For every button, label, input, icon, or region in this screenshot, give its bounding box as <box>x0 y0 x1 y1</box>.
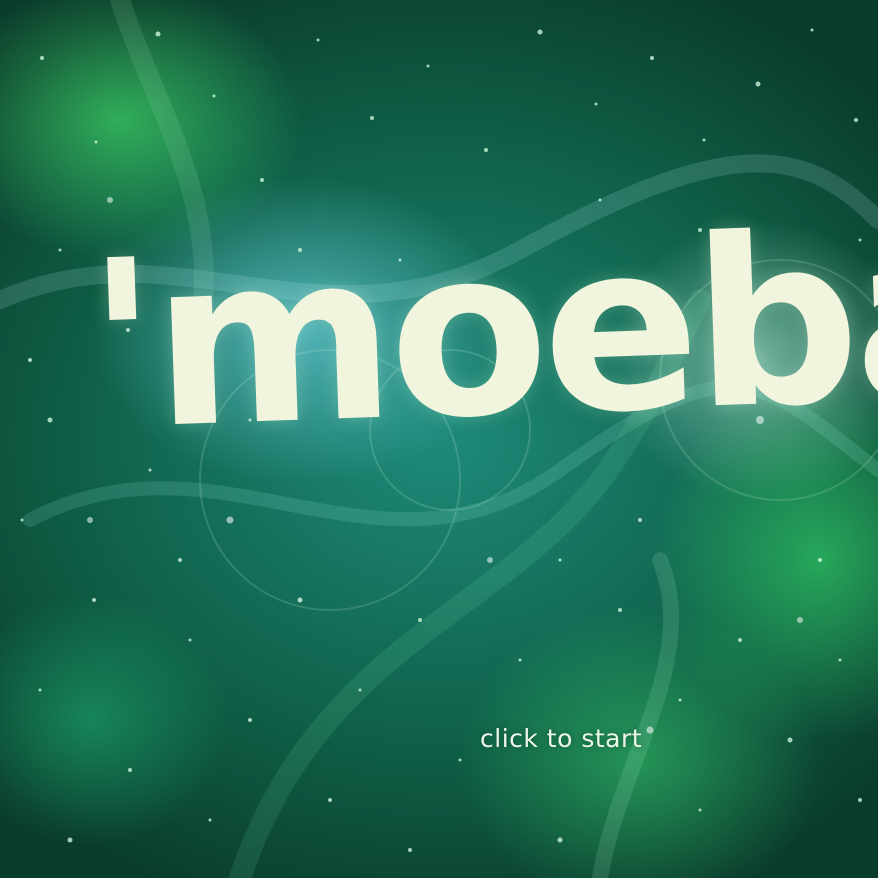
nebula-background <box>0 0 878 878</box>
title-screen[interactable]: 'moeba click to start <box>0 0 878 878</box>
start-prompt[interactable]: click to start <box>480 724 642 753</box>
game-title: 'moeba <box>83 180 878 482</box>
